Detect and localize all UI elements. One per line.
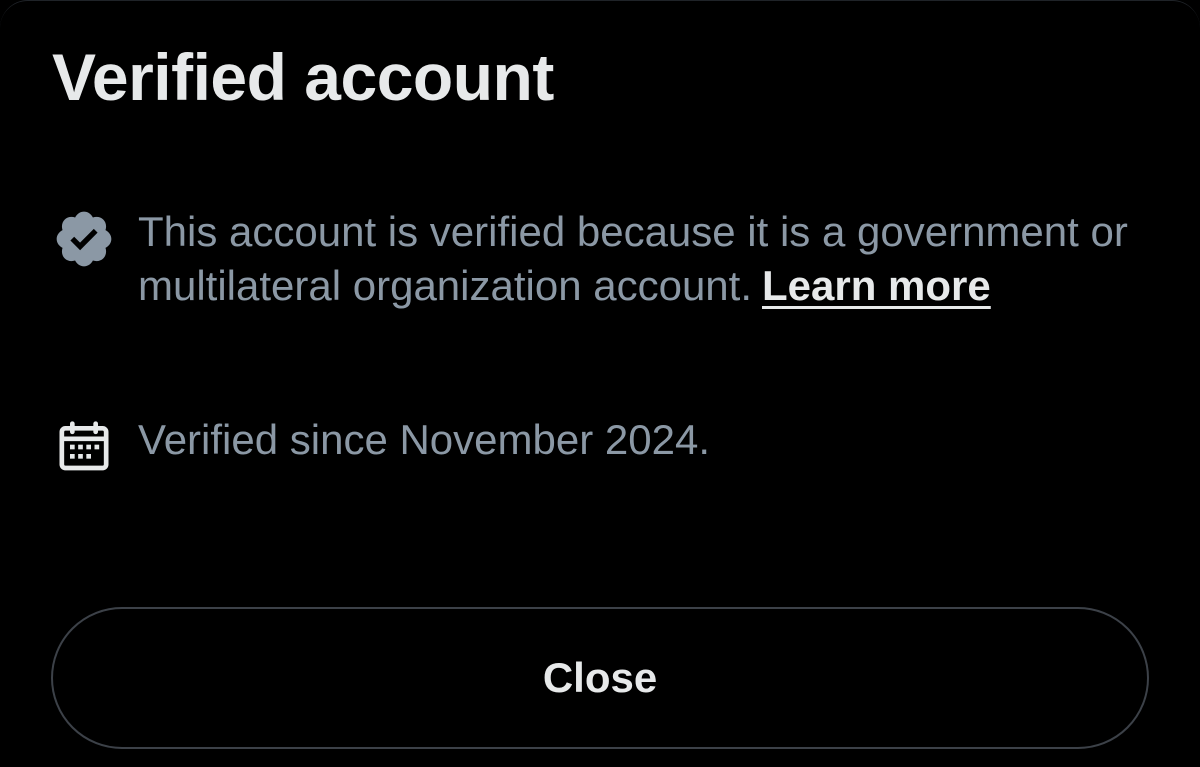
verified-since-text: Verified since November 2024. [138,416,710,463]
learn-more-link[interactable]: Learn more [762,262,991,309]
close-button-label: Close [542,654,658,701]
verified-account-sheet: Verified account This account is verifie… [0,0,1200,767]
verification-reason: This account is verified because it is a… [138,205,1158,313]
verified-since-row: Verified since November 2024. [52,413,1158,479]
calendar-icon [52,415,116,479]
close-button[interactable]: Close [51,607,1149,749]
verified-badge-icon [52,207,116,271]
verification-reason-row: This account is verified because it is a… [52,205,1158,313]
sheet-title: Verified account [52,40,554,114]
